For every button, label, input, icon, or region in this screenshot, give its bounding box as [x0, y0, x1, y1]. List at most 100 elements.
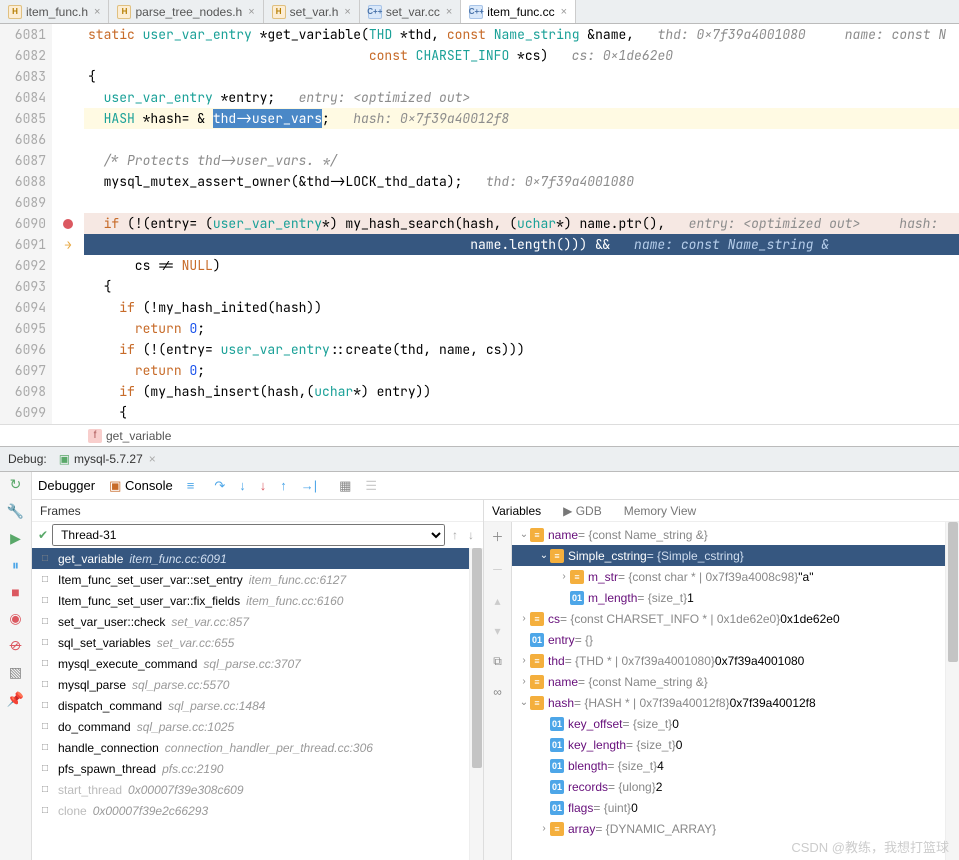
stack-frame[interactable]: □sql_set_variables set_var.cc:655	[32, 632, 469, 653]
console-tab[interactable]: ▣ Console	[109, 478, 173, 494]
variable-row[interactable]: ⌄≡Simple_cstring = {Simple_cstring}	[512, 545, 945, 566]
up-icon[interactable]: ▴	[494, 594, 500, 608]
close-icon[interactable]: ×	[344, 6, 350, 18]
debug-session-tab[interactable]: ▣ mysql-5.7.27 ×	[53, 450, 162, 468]
gdb-tab[interactable]: ▶ GDB	[563, 504, 602, 518]
var-type-icon: ≡	[530, 696, 544, 710]
tree-toggle-icon[interactable]: ⌄	[518, 529, 530, 540]
variable-row[interactable]: ⌄≡hash = {HASH * | 0x7f39a40012f8} 0x7f3…	[512, 692, 945, 713]
debug-toolbar-horizontal: Debugger ▣ Console ≡ ↷ ↓ ↓ ↑ →| ▦ ☰	[32, 472, 959, 500]
step-into-icon[interactable]: ↓	[239, 478, 246, 493]
tree-toggle-icon[interactable]: ›	[558, 571, 570, 582]
tree-toggle-icon[interactable]: ›	[538, 823, 550, 834]
file-tab[interactable]: Hitem_func.h×	[0, 0, 109, 23]
stack-frame[interactable]: □clone 0x00007f39e2c66293	[32, 800, 469, 821]
pause-icon[interactable]: ⏸	[12, 557, 19, 574]
stack-frame[interactable]: □get_variable item_func.cc:6091	[32, 548, 469, 569]
close-icon[interactable]: ×	[149, 452, 156, 466]
stack-frame[interactable]: □pfs_spawn_thread pfs.cc:2190	[32, 758, 469, 779]
close-icon[interactable]: ×	[446, 6, 452, 18]
file-tab[interactable]: Hset_var.h×	[264, 0, 360, 23]
header-file-icon: H	[272, 5, 286, 19]
more-icon[interactable]: ☰	[365, 478, 377, 494]
stack-frame[interactable]: □mysql_execute_command sql_parse.cc:3707	[32, 653, 469, 674]
stack-frame[interactable]: □mysql_parse sql_parse.cc:5570	[32, 674, 469, 695]
mute-breakpoints-icon[interactable]: ⊘	[10, 637, 22, 654]
variable-row[interactable]: 01m_length = {size_t} 1	[512, 587, 945, 608]
tree-toggle-icon[interactable]: ›	[518, 613, 530, 624]
down-icon[interactable]: ▾	[494, 624, 500, 638]
variable-row[interactable]: 01records = {ulong} 2	[512, 776, 945, 797]
variable-row[interactable]: ›≡array = {DYNAMIC_ARRAY}	[512, 818, 945, 839]
var-type-icon: 01	[570, 591, 584, 605]
file-tab[interactable]: C++item_func.cc×	[461, 0, 576, 23]
add-watch-icon[interactable]: ＋	[491, 528, 503, 545]
debugger-tab[interactable]: Debugger	[38, 478, 95, 493]
step-out-icon[interactable]: ↑	[280, 478, 287, 493]
stack-frame[interactable]: □Item_func_set_user_var::set_entry item_…	[32, 569, 469, 590]
close-icon[interactable]: ×	[94, 6, 100, 18]
variable-row[interactable]: 01flags = {uint} 0	[512, 797, 945, 818]
stack-frame[interactable]: □handle_connection connection_handler_pe…	[32, 737, 469, 758]
resume-icon[interactable]: ▶	[10, 530, 21, 547]
run-to-cursor-icon[interactable]: →|	[301, 478, 317, 493]
evaluate-icon[interactable]: ▦	[339, 478, 351, 494]
variable-row[interactable]: 01entry = {}	[512, 629, 945, 650]
tree-toggle-icon[interactable]: ›	[518, 676, 530, 687]
memory-view-tab[interactable]: Memory View	[624, 504, 696, 518]
file-tab[interactable]: Hparse_tree_nodes.h×	[109, 0, 263, 23]
variable-row[interactable]: ›≡m_str = {const char * | 0x7f39a4008c98…	[512, 566, 945, 587]
execution-point-icon: →	[64, 237, 71, 253]
variable-row[interactable]: ›≡name = {const Name_string &}	[512, 671, 945, 692]
stack-frame[interactable]: □do_command sql_parse.cc:1025	[32, 716, 469, 737]
variables-tree[interactable]: ⌄≡name = {const Name_string &}⌄≡Simple_c…	[512, 522, 945, 860]
tree-toggle-icon[interactable]: ›	[518, 655, 530, 666]
remove-watch-icon[interactable]: －	[491, 561, 503, 578]
cpp-file-icon: C++	[368, 5, 382, 19]
stop-icon[interactable]: ■	[11, 584, 19, 600]
tree-toggle-icon[interactable]: ⌄	[518, 697, 530, 708]
tree-toggle-icon[interactable]: ⌄	[538, 550, 550, 561]
frame-icon: □	[38, 720, 52, 734]
function-name: get_variable	[106, 429, 171, 443]
glasses-icon[interactable]: ∞	[493, 685, 502, 699]
code-area[interactable]: static user_var_entry *get_variable(THD …	[84, 24, 959, 424]
gutter-icons: →	[52, 24, 84, 424]
show-execution-point-icon[interactable]: ≡	[187, 478, 195, 493]
rerun-icon[interactable]: ↻	[10, 476, 22, 493]
variable-row[interactable]: 01key_offset = {size_t} 0	[512, 713, 945, 734]
close-icon[interactable]: ×	[248, 6, 254, 18]
view-breakpoints-icon[interactable]: ◉	[9, 610, 21, 627]
step-over-icon[interactable]: ↷	[214, 478, 225, 494]
frames-list[interactable]: □get_variable item_func.cc:6091□Item_fun…	[32, 548, 469, 860]
frame-icon: □	[38, 552, 52, 566]
next-frame-icon[interactable]: ↓	[465, 528, 477, 542]
variable-row[interactable]: 01blength = {size_t} 4	[512, 755, 945, 776]
settings-icon[interactable]: 🔧	[7, 503, 24, 520]
variable-row[interactable]: 01key_length = {size_t} 0	[512, 734, 945, 755]
layout-icon[interactable]: ▧	[9, 664, 22, 681]
close-icon[interactable]: ×	[561, 6, 567, 18]
force-step-into-icon[interactable]: ↓	[260, 478, 267, 493]
prev-frame-icon[interactable]: ↑	[449, 528, 461, 542]
variable-row[interactable]: ›≡cs = {const CHARSET_INFO * | 0x1de62e0…	[512, 608, 945, 629]
stack-frame[interactable]: □set_var_user::check set_var.cc:857	[32, 611, 469, 632]
stack-frame[interactable]: □Item_func_set_user_var::fix_fields item…	[32, 590, 469, 611]
copy-icon[interactable]: ⧉	[493, 654, 502, 669]
variables-tab[interactable]: Variables	[492, 504, 541, 518]
breakpoint-icon[interactable]	[63, 219, 73, 229]
frames-scrollbar[interactable]	[469, 548, 483, 860]
variable-row[interactable]: ›≡thd = {THD * | 0x7f39a4001080} 0x7f39a…	[512, 650, 945, 671]
code-editor[interactable]: 6081608260836084608560866087608860896090…	[0, 24, 959, 424]
thread-select[interactable]: Thread-31	[52, 524, 445, 546]
variables-scrollbar[interactable]	[945, 522, 959, 860]
frame-icon: □	[38, 741, 52, 755]
frame-icon: □	[38, 657, 52, 671]
check-icon: ✔	[38, 528, 48, 542]
pin-icon[interactable]: 📌	[7, 691, 24, 708]
stack-frame[interactable]: □dispatch_command sql_parse.cc:1484	[32, 695, 469, 716]
file-tab[interactable]: C++set_var.cc×	[360, 0, 461, 23]
variable-row[interactable]: ⌄≡name = {const Name_string &}	[512, 524, 945, 545]
variables-panel: Variables ▶ GDB Memory View ＋ － ▴ ▾ ⧉ ∞ …	[484, 500, 959, 860]
stack-frame[interactable]: □start_thread 0x00007f39e308c609	[32, 779, 469, 800]
